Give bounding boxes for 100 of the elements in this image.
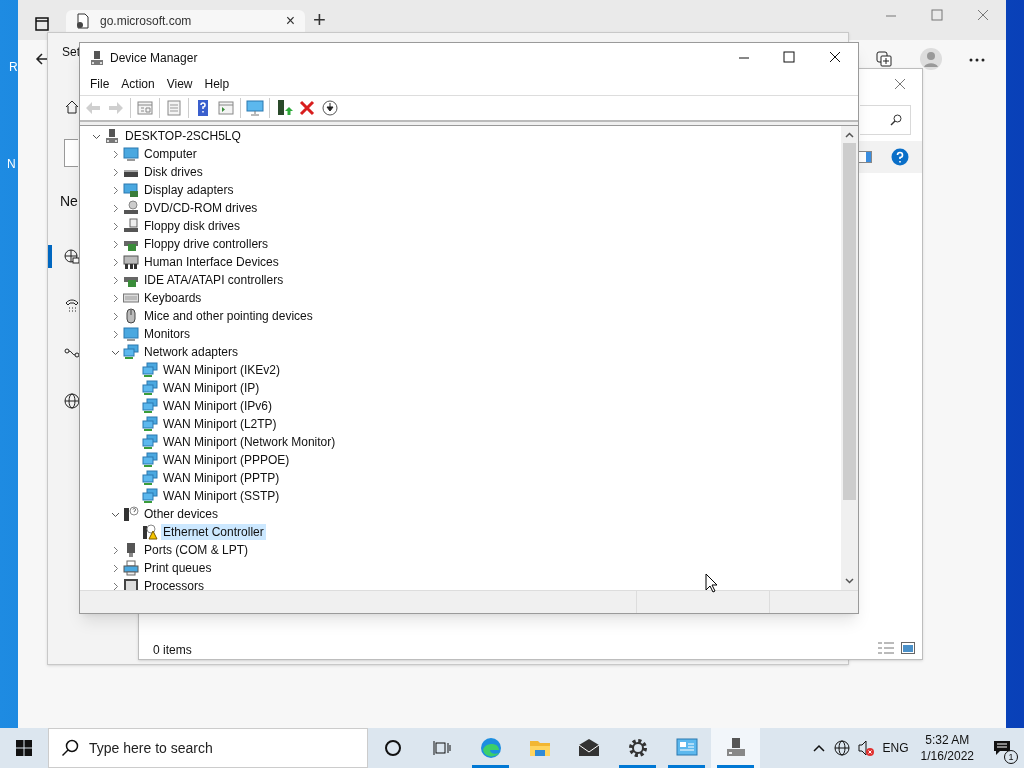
running-indicator xyxy=(619,765,656,768)
tree-item[interactable]: Network adapters xyxy=(142,344,241,360)
tree-item[interactable]: Ethernet Controller xyxy=(161,524,266,540)
browser-tab[interactable]: go.microsoft.com × xyxy=(66,10,305,32)
taskbar-search-field[interactable]: Type here to search xyxy=(48,728,368,768)
phone-icon[interactable] xyxy=(64,297,80,313)
tree-item[interactable]: Keyboards xyxy=(142,290,204,306)
network-adapter-icon xyxy=(142,488,158,504)
tree-item[interactable]: Other devices xyxy=(142,506,221,522)
tree-item[interactable]: WAN Miniport (PPPOE) xyxy=(161,452,292,468)
windows-logo-icon xyxy=(16,740,32,756)
desktop-icon-label[interactable]: R xyxy=(9,58,18,76)
scroll-up-icon[interactable] xyxy=(845,132,854,138)
thumbnail-view-icon[interactable] xyxy=(901,642,915,654)
tree-item[interactable]: Display adapters xyxy=(142,182,236,198)
gear-icon xyxy=(626,737,649,759)
menu-item[interactable]: File xyxy=(84,75,116,93)
tree-item[interactable]: IDE ATA/ATAPI controllers xyxy=(142,272,286,288)
tree-item[interactable]: Print queues xyxy=(142,560,214,576)
tab-title: go.microsoft.com xyxy=(100,13,193,30)
tree-item[interactable]: Processors xyxy=(142,578,207,590)
notification-icon xyxy=(993,740,1011,756)
collections-icon[interactable] xyxy=(875,50,893,68)
network-adapter-icon xyxy=(123,344,139,360)
tree-item[interactable]: Floppy disk drives xyxy=(142,218,243,234)
menu-item[interactable]: Help xyxy=(198,75,236,93)
network-adapter-icon xyxy=(142,452,158,468)
network-adapter-icon xyxy=(142,434,158,450)
menu-item[interactable]: View xyxy=(160,75,199,93)
delete-icon[interactable] xyxy=(298,99,316,117)
clock-date: 1/16/2022 xyxy=(920,748,974,764)
network-globe-icon[interactable] xyxy=(832,739,851,757)
scrollbar[interactable] xyxy=(841,126,858,590)
globe-icon[interactable] xyxy=(64,393,80,409)
home-icon[interactable] xyxy=(64,99,80,115)
running-indicator xyxy=(472,765,509,768)
tree-item[interactable]: WAN Miniport (IPv6) xyxy=(161,398,274,414)
tree-item[interactable]: WAN Miniport (IKEv2) xyxy=(161,362,282,378)
tree-item[interactable]: Human Interface Devices xyxy=(142,254,281,270)
tree-item[interactable]: Mice and other pointing devices xyxy=(142,308,315,324)
link-icon[interactable] xyxy=(64,345,80,361)
properties-icon[interactable] xyxy=(136,99,154,117)
tree-item[interactable]: Ports (COM & LPT) xyxy=(142,542,250,558)
menu-item[interactable]: Action xyxy=(115,75,161,93)
running-indicator xyxy=(668,765,705,768)
taskbar-app[interactable] xyxy=(711,728,760,768)
maximize-icon[interactable] xyxy=(783,51,795,63)
network-adapter-icon xyxy=(142,398,158,414)
network-adapter-icon xyxy=(142,416,158,432)
tree-item[interactable]: Floppy drive controllers xyxy=(142,236,271,252)
scrollbar-thumb[interactable] xyxy=(843,143,856,500)
status-text: 0 items xyxy=(153,642,192,659)
computer-tower-icon xyxy=(89,50,105,66)
tree-item[interactable]: WAN Miniport (Network Monitor) xyxy=(161,434,338,450)
scroll-down-icon[interactable] xyxy=(845,578,854,584)
tree-item[interactable]: Computer xyxy=(142,146,199,162)
tree-item[interactable]: WAN Miniport (SSTP) xyxy=(161,488,282,504)
display-adapter-icon xyxy=(123,182,139,198)
browser-swirl-icon xyxy=(478,736,503,760)
language-indicator[interactable]: ENG xyxy=(882,739,909,757)
close-icon[interactable] xyxy=(829,51,841,63)
warning-device-icon xyxy=(142,524,158,540)
more-options-icon[interactable] xyxy=(969,58,985,62)
tree-item[interactable]: WAN Miniport (PPTP) xyxy=(161,470,282,486)
window-title: Device Manager xyxy=(110,50,198,67)
profile-avatar-icon[interactable] xyxy=(920,48,942,70)
tree-item[interactable]: WAN Miniport (IP) xyxy=(161,380,262,396)
tree-item[interactable]: DVD/CD-ROM drives xyxy=(142,200,260,216)
network-adapter-icon xyxy=(142,380,158,396)
monitor-scan-icon[interactable] xyxy=(246,99,264,117)
tab-actions-icon[interactable] xyxy=(35,17,49,31)
tree-item[interactable]: WAN Miniport (L2TP) xyxy=(161,416,279,432)
volume-muted-icon[interactable] xyxy=(856,739,875,757)
task-view-icon xyxy=(432,739,451,757)
tree-item[interactable]: Disk drives xyxy=(142,164,205,180)
tree-item[interactable]: DESKTOP-2SCH5LQ xyxy=(123,128,243,144)
desktop-icon-label[interactable]: N xyxy=(7,155,16,173)
back-icon[interactable] xyxy=(35,52,49,66)
mouse-icon xyxy=(123,308,139,324)
network-globe-icon[interactable] xyxy=(64,249,80,265)
network-adapter-icon xyxy=(142,362,158,378)
section-heading: Ne xyxy=(60,192,78,211)
notification-button[interactable]: 1 xyxy=(984,728,1020,768)
running-indicator xyxy=(717,765,754,768)
tree-item[interactable]: Monitors xyxy=(142,326,192,342)
new-tab-button[interactable]: + xyxy=(313,9,326,31)
cortana-circle-icon xyxy=(383,739,402,757)
window-title: Set xyxy=(62,44,80,61)
search-field[interactable] xyxy=(64,139,78,167)
view-panel-icon[interactable] xyxy=(217,99,235,117)
network-adapter-icon xyxy=(142,470,158,486)
keyboard-icon xyxy=(123,290,139,306)
search-placeholder: Type here to search xyxy=(89,738,213,758)
tab-close[interactable]: × xyxy=(285,12,295,30)
clock[interactable]: 5:32 AM 1/16/2022 xyxy=(920,732,974,764)
chevron-up-icon[interactable] xyxy=(812,744,825,752)
computer-tower-icon xyxy=(104,128,120,144)
download-circle-icon[interactable] xyxy=(321,99,339,117)
help-icon[interactable] xyxy=(891,148,909,166)
driver-update-icon[interactable] xyxy=(275,99,293,117)
